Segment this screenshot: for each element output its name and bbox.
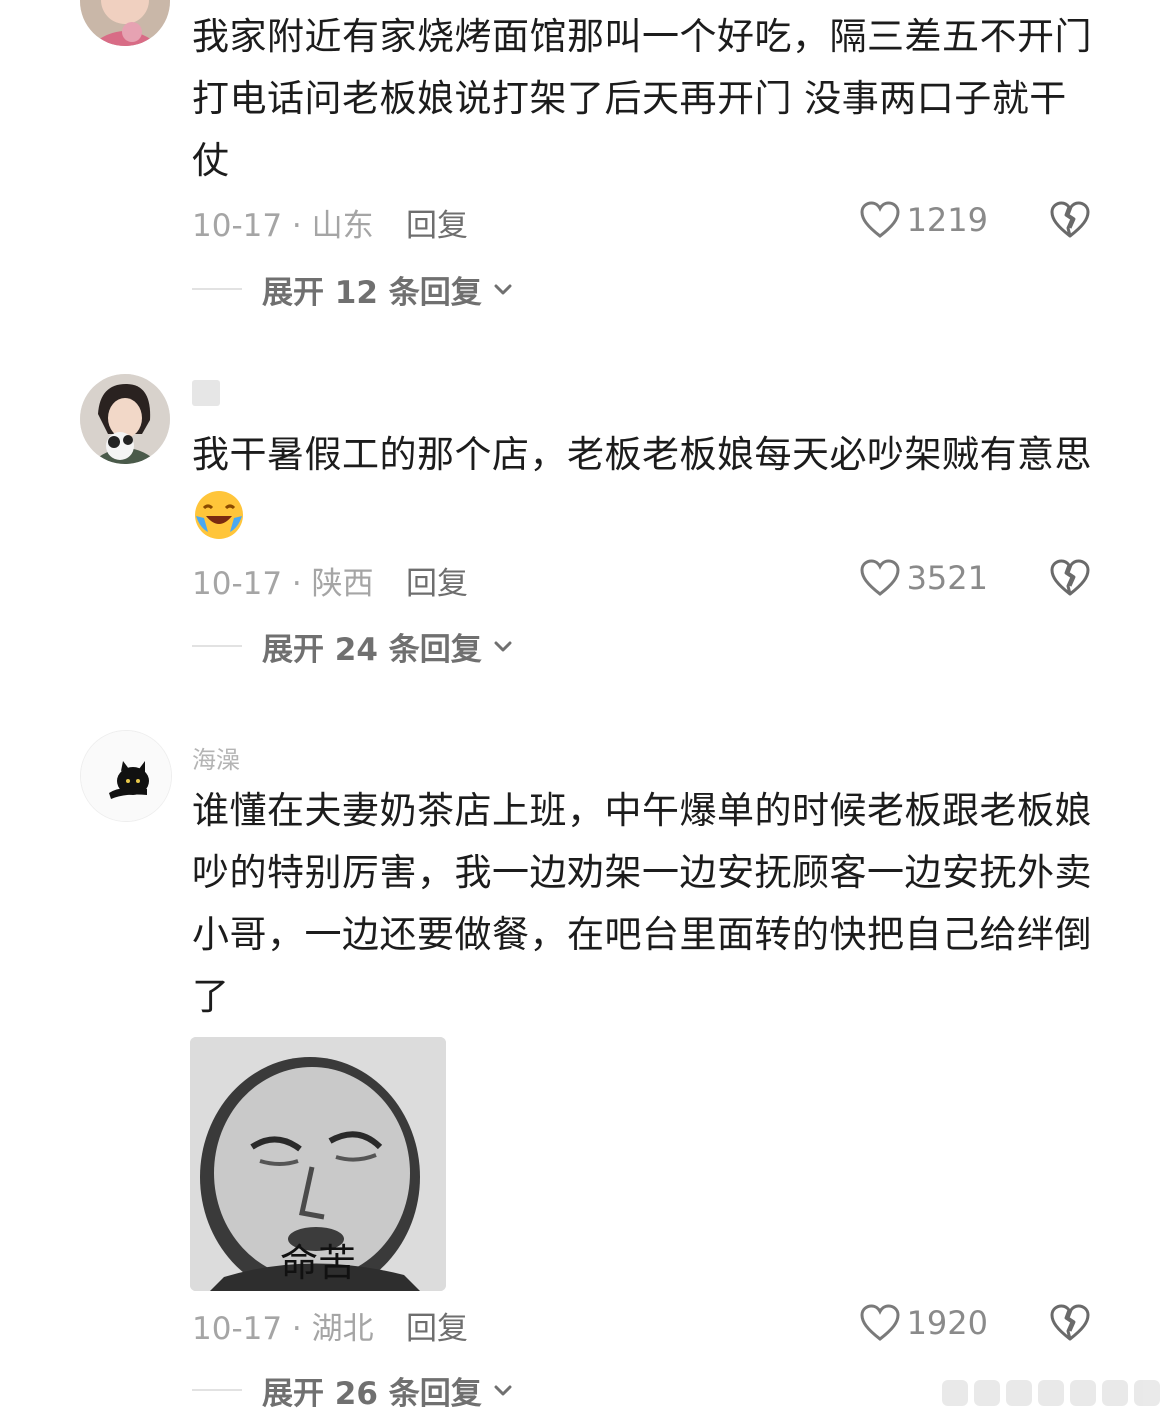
comment-date-location: 10-17 · 山东 bbox=[192, 208, 374, 244]
divider-line bbox=[192, 288, 242, 290]
sticker-image[interactable]: 命苦 bbox=[190, 1037, 446, 1291]
comment-date-location: 10-17 · 湖北 bbox=[192, 1311, 374, 1347]
reply-button[interactable]: 回复 bbox=[406, 1303, 468, 1348]
expand-replies[interactable]: 展开 24 条回复 bbox=[192, 626, 514, 668]
like-count: 3521 bbox=[906, 559, 988, 597]
like-button[interactable]: 1920 bbox=[859, 1301, 988, 1345]
comment-text: 谁懂在夫妻奶茶店上班，中午爆单的时候老板跟老板娘 吵的特别厉害，我一边劝架一边安… bbox=[192, 789, 1092, 1018]
heart-outline-icon bbox=[860, 201, 900, 238]
reply-button[interactable]: 回复 bbox=[406, 558, 468, 603]
avatar[interactable] bbox=[80, 374, 170, 464]
comment-text: 我家附近有家烧烤面馆那叫一个好吃，隔三差五不开门 打电话问老板娘说打架了后天再开… bbox=[192, 15, 1092, 182]
heart-outline-icon bbox=[860, 559, 900, 596]
username[interactable]: 海澡 bbox=[192, 740, 240, 774]
like-count: 1219 bbox=[906, 201, 988, 239]
expand-replies[interactable]: 展开 12 条回复 bbox=[192, 269, 514, 311]
like-button[interactable]: 3521 bbox=[859, 556, 988, 600]
avatar[interactable] bbox=[80, 730, 172, 822]
watermark bbox=[942, 1380, 1160, 1410]
broken-heart-icon[interactable] bbox=[1048, 1303, 1092, 1343]
reply-button[interactable]: 回复 bbox=[406, 200, 468, 245]
crying-laughing-emoji bbox=[195, 491, 243, 539]
username[interactable] bbox=[192, 380, 220, 406]
username-redacted bbox=[192, 380, 220, 406]
chevron-down-icon bbox=[494, 641, 512, 652]
broken-heart-icon[interactable] bbox=[1048, 200, 1092, 240]
expand-replies-label: 展开 26 条回复 bbox=[262, 1375, 482, 1412]
comment-meta: 10-17 · 山东 回复 1219 bbox=[192, 198, 1092, 245]
chevron-down-icon bbox=[494, 284, 512, 295]
like-button[interactable]: 1219 bbox=[859, 198, 988, 242]
expand-replies[interactable]: 展开 26 条回复 bbox=[192, 1370, 514, 1412]
divider-line bbox=[192, 645, 242, 647]
chevron-down-icon bbox=[494, 1385, 512, 1396]
comment-text: 我干暑假工的那个店，老板老板娘每天必吵架贼有意思 bbox=[192, 433, 1092, 476]
avatar[interactable] bbox=[80, 0, 170, 46]
comment-date-location: 10-17 · 陕西 bbox=[192, 566, 374, 602]
expand-replies-label: 展开 12 条回复 bbox=[262, 274, 482, 311]
like-count: 1920 bbox=[906, 1304, 988, 1342]
sticker-caption: 命苦 bbox=[279, 1241, 356, 1285]
broken-heart-icon[interactable] bbox=[1048, 558, 1092, 598]
heart-outline-icon bbox=[860, 1304, 900, 1341]
comment-meta: 10-17 · 陕西 回复 3521 bbox=[192, 556, 1092, 603]
divider-line bbox=[192, 1389, 242, 1391]
expand-replies-label: 展开 24 条回复 bbox=[262, 631, 482, 668]
comment-meta: 10-17 · 湖北 回复 1920 bbox=[192, 1301, 1092, 1348]
